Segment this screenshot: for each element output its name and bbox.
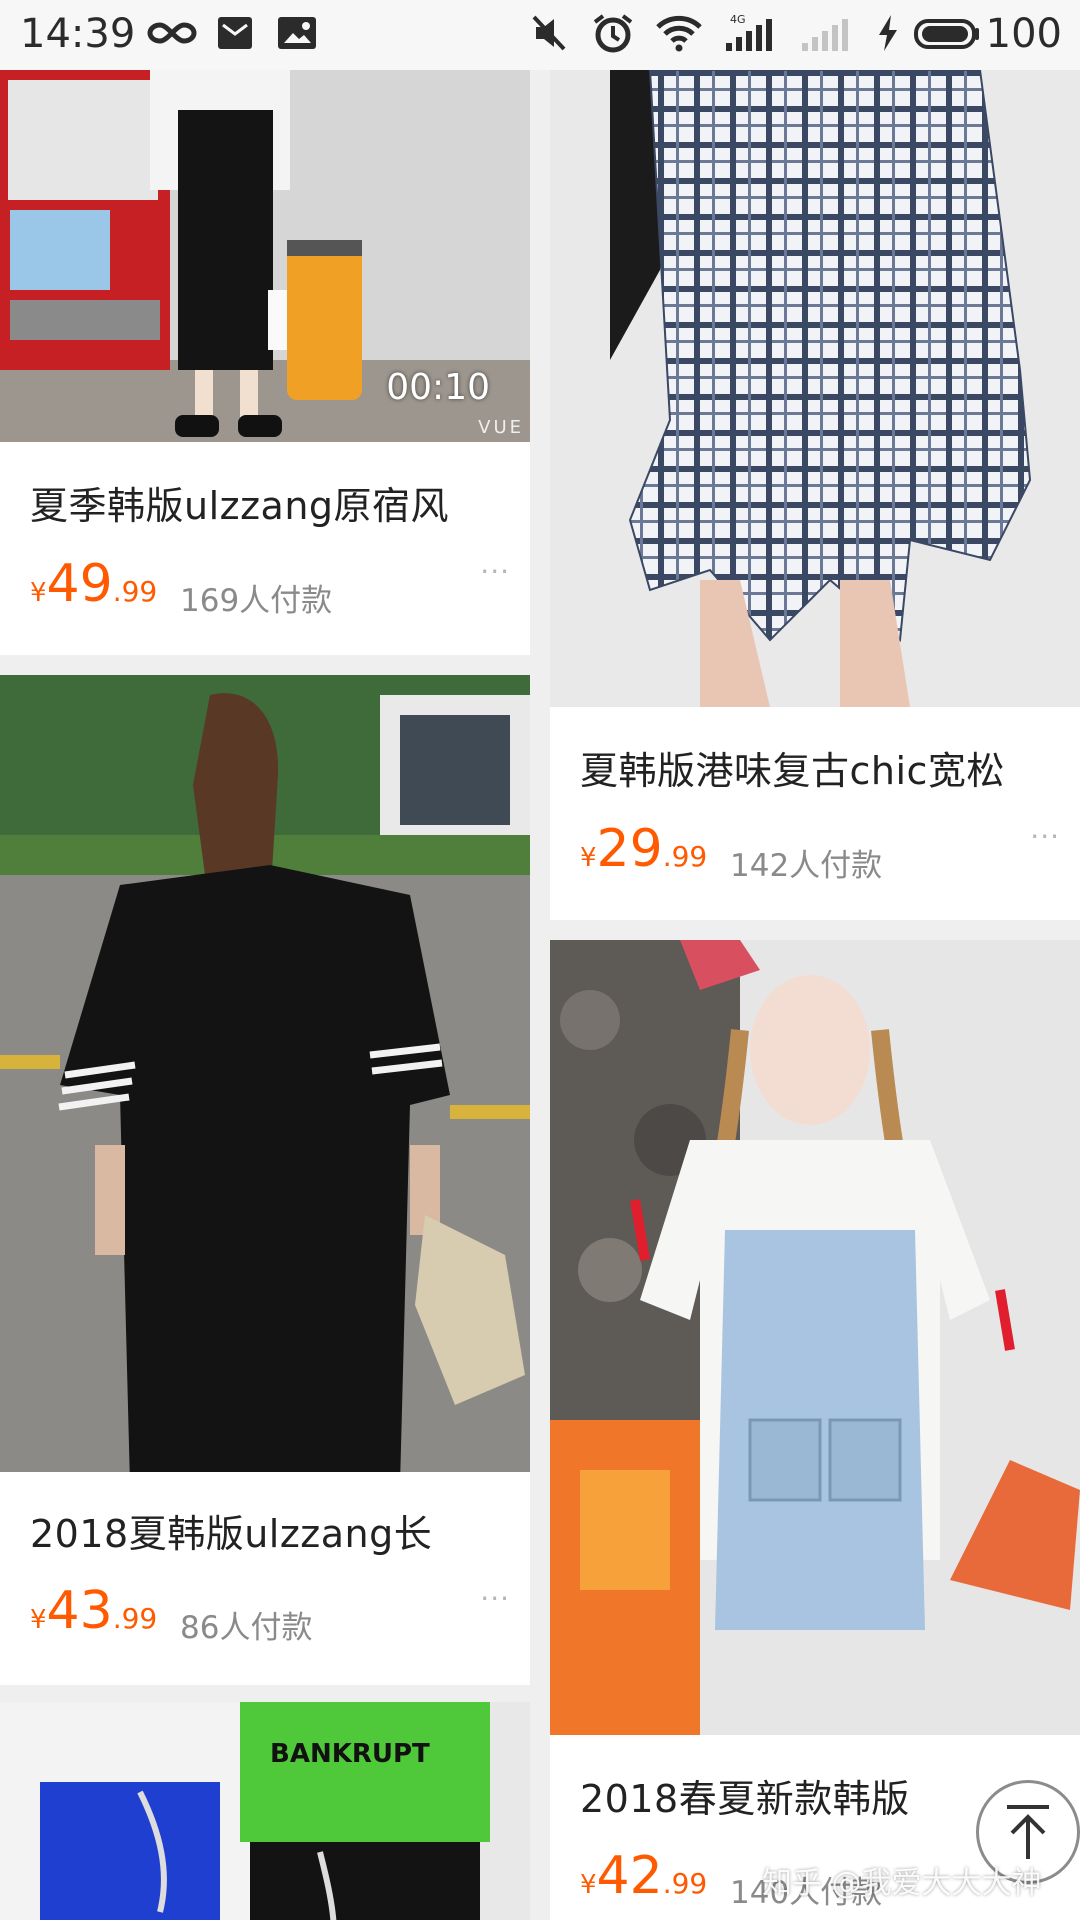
- price-integer: 43: [46, 1581, 113, 1641]
- sales-count: 86人付款: [180, 1610, 313, 1646]
- product-photo: BANKRUPT: [0, 1702, 530, 1920]
- svg-text:4G: 4G: [730, 13, 746, 26]
- more-options-icon[interactable]: ···: [480, 1582, 510, 1615]
- price-decimal: .99: [112, 575, 158, 608]
- product-card[interactable]: 夏韩版港味复古chic宽松 ¥29.99 142人付款 ···: [550, 70, 1080, 920]
- image-icon: [278, 17, 316, 49]
- price-currency: ¥: [30, 1605, 47, 1635]
- product-image[interactable]: [550, 70, 1080, 707]
- product-image[interactable]: [550, 940, 1080, 1735]
- wifi-icon: [656, 15, 702, 52]
- product-card[interactable]: 2018夏韩版ulzzang长 ¥43.99 86人付款 ···: [0, 675, 530, 1685]
- product-title[interactable]: 2018春夏新款韩版: [580, 1768, 910, 1823]
- price-decimal: .99: [662, 1867, 708, 1900]
- charging-icon: [879, 15, 897, 51]
- battery-icon: [914, 19, 979, 49]
- zhihu-watermark: 知乎 @我爱大大大神: [762, 1866, 1042, 1901]
- product-video-thumbnail[interactable]: 00:10 VUE: [0, 70, 530, 442]
- price-decimal: .99: [112, 1602, 158, 1635]
- product-photo: [550, 70, 1080, 707]
- price-currency: ¥: [580, 843, 597, 873]
- product-price: ¥42.99: [580, 1846, 707, 1906]
- product-title[interactable]: 夏季韩版ulzzang原宿风: [30, 475, 449, 530]
- sales-count: 142人付款: [730, 848, 883, 884]
- status-time: 14:39: [20, 11, 136, 57]
- product-card[interactable]: 2018春夏新款韩版 ¥42.99 140人付款: [550, 940, 1080, 1920]
- product-title[interactable]: 2018夏韩版ulzzang长: [30, 1503, 432, 1558]
- product-photo: [0, 675, 530, 1472]
- product-price: ¥49.99: [30, 554, 157, 614]
- battery-level: 100: [985, 11, 1062, 57]
- product-card[interactable]: 00:10 VUE 夏季韩版ulzzang原宿风 ¥49.99 169人付款 ·…: [0, 70, 530, 655]
- product-photo: [550, 940, 1080, 1735]
- product-title[interactable]: 夏韩版港味复古chic宽松: [580, 740, 1005, 795]
- mail-icon: [218, 17, 252, 49]
- svg-text:BANKRUPT: BANKRUPT: [270, 1739, 430, 1769]
- signal-4g-icon: 4G: [726, 13, 772, 51]
- status-bar: 14:39 4G 100: [0, 0, 1080, 70]
- product-price: ¥43.99: [30, 1581, 157, 1641]
- product-image[interactable]: BANKRUPT: [0, 1702, 530, 1920]
- product-image[interactable]: [0, 675, 530, 1472]
- price-integer: 42: [596, 1846, 663, 1906]
- price-currency: ¥: [580, 1870, 597, 1900]
- sales-count: 169人付款: [180, 583, 333, 619]
- video-duration: 00:10: [386, 367, 490, 408]
- signal-weak-icon: [802, 19, 848, 51]
- price-integer: 49: [46, 554, 113, 614]
- price-currency: ¥: [30, 578, 47, 608]
- price-decimal: .99: [662, 840, 708, 873]
- alarm-icon: [593, 14, 633, 53]
- product-price: ¥29.99: [580, 819, 707, 879]
- mute-icon: [532, 15, 566, 51]
- infinity-icon: [147, 22, 197, 44]
- product-feed[interactable]: 00:10 VUE 夏季韩版ulzzang原宿风 ¥49.99 169人付款 ·…: [0, 70, 1080, 1920]
- price-integer: 29: [596, 819, 663, 879]
- video-watermark-tag: VUE: [478, 417, 524, 438]
- more-options-icon[interactable]: ···: [1030, 820, 1060, 853]
- more-options-icon[interactable]: ···: [480, 555, 510, 588]
- product-card[interactable]: BANKRUPT: [0, 1702, 530, 1920]
